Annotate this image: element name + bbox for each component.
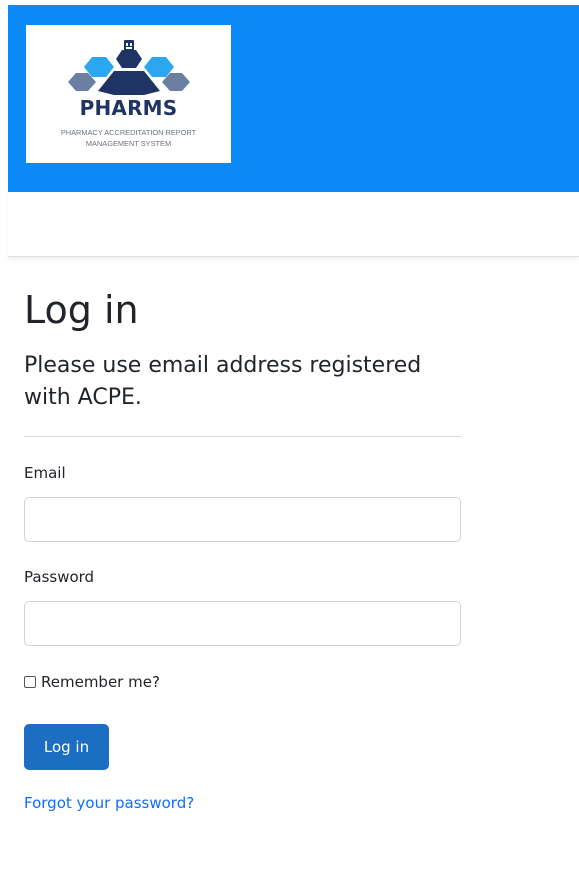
section-divider (24, 436, 461, 437)
login-instructions: Please use email address registered with… (24, 353, 422, 410)
remember-me-row[interactable]: Remember me? (24, 672, 160, 692)
login-page: Log in Please use email address register… (8, 258, 579, 891)
password-field[interactable] (24, 601, 461, 646)
logo-title: PHARMS (79, 96, 178, 120)
page-edge (0, 0, 8, 891)
remember-me-checkbox[interactable] (24, 676, 36, 688)
password-label: Password (24, 568, 95, 586)
email-field[interactable] (24, 497, 461, 542)
login-button[interactable]: Log in (24, 724, 109, 770)
page-title: Log in (24, 288, 139, 332)
pharms-logo[interactable]: PHARMS PHARMACY ACCREDITATION REPORT MAN… (26, 25, 231, 163)
logo-subtitle: PHARMACY ACCREDITATION REPORT MANAGEMENT… (60, 128, 197, 148)
forgot-password-link[interactable]: Forgot your password? (24, 794, 194, 812)
site-header: PHARMS PHARMACY ACCREDITATION REPORT MAN… (8, 5, 579, 192)
top-navigation (8, 192, 579, 257)
remember-me-label[interactable]: Remember me? (41, 673, 160, 691)
email-label: Email (24, 464, 66, 482)
